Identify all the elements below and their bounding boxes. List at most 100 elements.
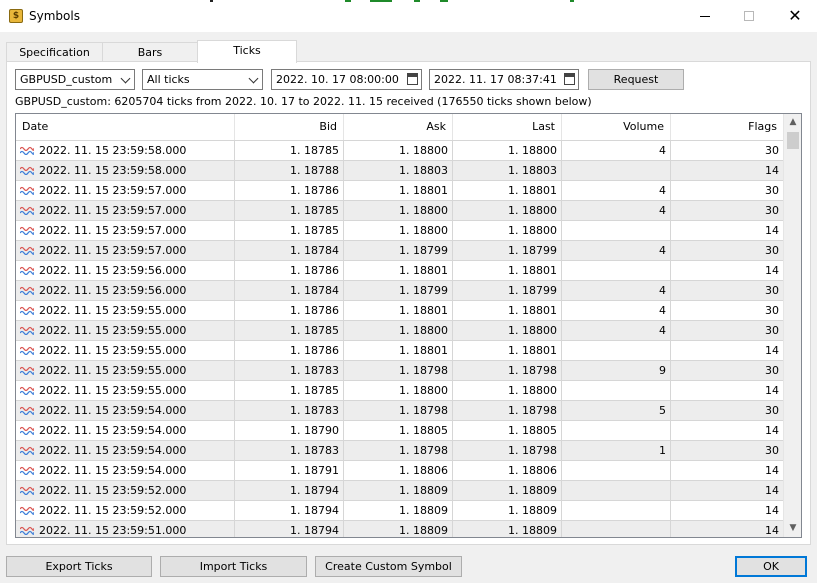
column-header-last[interactable]: Last	[453, 114, 562, 140]
symbols-app-icon: $	[9, 9, 23, 23]
cell-volume-text: 4	[659, 304, 666, 317]
cell-last-text: 1. 18801	[508, 264, 557, 277]
table-row[interactable]: 2022. 11. 15 23:59:54.000 1. 18790 1. 1880…	[16, 420, 783, 441]
table-row[interactable]: 2022. 11. 15 23:59:57.000 1. 18785 1. 1880…	[16, 200, 783, 221]
cell-last-text: 1. 18801	[508, 184, 557, 197]
cell-ask-text: 1. 18800	[399, 204, 448, 217]
column-header-volume[interactable]: Volume	[562, 114, 671, 140]
cell-ask-text: 1. 18798	[399, 444, 448, 457]
column-header-bid[interactable]: Bid	[235, 114, 344, 140]
cell-bid: 1. 18785	[235, 201, 344, 221]
tick-wave-icon	[20, 226, 34, 235]
table-row[interactable]: 2022. 11. 15 23:59:55.000 1. 18785 1. 1880…	[16, 380, 783, 401]
tick-wave-icon	[20, 366, 34, 375]
cell-volume: 4	[562, 201, 671, 221]
table-row[interactable]: 2022. 11. 15 23:59:52.000 1. 18794 1. 1880…	[16, 500, 783, 521]
table-row[interactable]: 2022. 11. 15 23:59:55.000 1. 18785 1. 1880…	[16, 320, 783, 341]
table-row[interactable]: 2022. 11. 15 23:59:58.000 1. 18788 1. 1880…	[16, 160, 783, 181]
cell-last-text: 1. 18800	[508, 144, 557, 157]
tab-bars[interactable]: Bars	[102, 42, 198, 62]
cell-flags: 14	[671, 461, 783, 481]
symbol-select[interactable]: GBPUSD_custom	[15, 69, 135, 90]
tab-ticks[interactable]: Ticks	[197, 40, 297, 63]
import-ticks-button[interactable]: Import Ticks	[160, 556, 307, 577]
cell-last: 1. 18805	[453, 421, 562, 441]
tick-wave-icon	[20, 166, 34, 175]
cell-flags: 30	[671, 321, 783, 341]
table-row[interactable]: 2022. 11. 15 23:59:54.000 1. 18783 1. 1879…	[16, 400, 783, 421]
table-row[interactable]: 2022. 11. 15 23:59:57.000 1. 18786 1. 1880…	[16, 180, 783, 201]
tick-wave-icon	[20, 486, 34, 495]
column-header-date[interactable]: Date	[16, 114, 235, 140]
cell-ask-text: 1. 18799	[399, 244, 448, 257]
table-row[interactable]: 2022. 11. 15 23:59:56.000 1. 18784 1. 1879…	[16, 280, 783, 301]
cell-flags: 30	[671, 201, 783, 221]
table-row[interactable]: 2022. 11. 15 23:59:58.000 1. 18785 1. 1880…	[16, 140, 783, 161]
cell-date: 2022. 11. 15 23:59:58.000	[16, 141, 235, 161]
table-row[interactable]: 2022. 11. 15 23:59:52.000 1. 18794 1. 1880…	[16, 480, 783, 501]
cell-ask-text: 1. 18801	[399, 344, 448, 357]
cell-flags: 30	[671, 301, 783, 321]
cell-bid-text: 1. 18794	[290, 484, 339, 497]
cell-volume: 4	[562, 301, 671, 321]
cell-flags-text: 30	[765, 184, 779, 197]
cell-date-text: 2022. 11. 15 23:59:52.000	[39, 504, 187, 517]
date-to-picker[interactable]: 2022. 11. 17 08:37:41	[429, 69, 579, 90]
calendar-icon[interactable]	[407, 73, 418, 85]
tick-wave-icon	[20, 426, 34, 435]
cell-date: 2022. 11. 15 23:59:54.000	[16, 401, 235, 421]
table-row[interactable]: 2022. 11. 15 23:59:57.000 1. 18784 1. 1879…	[16, 240, 783, 261]
cell-flags-text: 14	[765, 164, 779, 177]
close-button[interactable]: ✕	[780, 4, 810, 28]
cell-bid-text: 1. 18794	[290, 504, 339, 517]
cell-flags-text: 14	[765, 224, 779, 237]
maximize-button[interactable]	[734, 4, 764, 28]
cell-last-text: 1. 18800	[508, 324, 557, 337]
calendar-icon[interactable]	[564, 73, 575, 85]
close-icon: ✕	[788, 6, 802, 25]
date-to-value: 2022. 11. 17 08:37:41	[434, 73, 557, 86]
date-from-picker[interactable]: 2022. 10. 17 08:00:00	[271, 69, 422, 90]
table-row[interactable]: 2022. 11. 15 23:59:54.000 1. 18791 1. 1880…	[16, 460, 783, 481]
request-button[interactable]: Request	[588, 69, 684, 90]
cell-date: 2022. 11. 15 23:59:58.000	[16, 161, 235, 181]
table-row[interactable]: 2022. 11. 15 23:59:55.000 1. 18783 1. 1879…	[16, 360, 783, 381]
scroll-down-icon[interactable]: ▼	[784, 520, 801, 537]
cell-flags-text: 14	[765, 264, 779, 277]
scroll-up-icon[interactable]: ▲	[784, 114, 801, 131]
minimize-button[interactable]	[690, 4, 720, 28]
export-ticks-button[interactable]: Export Ticks	[6, 556, 152, 577]
table-row[interactable]: 2022. 11. 15 23:59:55.000 1. 18786 1. 1880…	[16, 340, 783, 361]
ticks-table[interactable]: Date Bid Ask Last Volume Flags 2022. 11.…	[15, 113, 802, 538]
vertical-scrollbar[interactable]: ▲ ▼	[783, 114, 801, 537]
cell-flags-text: 30	[765, 244, 779, 257]
cell-flags-text: 14	[765, 464, 779, 477]
cell-last: 1. 18800	[453, 141, 562, 161]
maximize-icon	[744, 11, 754, 21]
cell-ask: 1. 18798	[344, 401, 453, 421]
table-row[interactable]: 2022. 11. 15 23:59:51.000 1. 18794 1. 1880…	[16, 520, 783, 537]
cell-bid-text: 1. 18783	[290, 444, 339, 457]
cell-ask-text: 1. 18801	[399, 304, 448, 317]
ok-button[interactable]: OK	[735, 556, 807, 577]
cell-bid: 1. 18786	[235, 181, 344, 201]
column-header-ask[interactable]: Ask	[344, 114, 453, 140]
scrollbar-thumb[interactable]	[787, 132, 799, 149]
cell-ask-text: 1. 18801	[399, 264, 448, 277]
tab-specification[interactable]: Specification	[6, 42, 103, 62]
create-custom-symbol-button[interactable]: Create Custom Symbol	[315, 556, 462, 577]
tick-wave-icon	[20, 246, 34, 255]
cell-last: 1. 18798	[453, 441, 562, 461]
cell-flags: 30	[671, 361, 783, 381]
cell-flags: 14	[671, 481, 783, 501]
cell-ask: 1. 18799	[344, 241, 453, 261]
table-row[interactable]: 2022. 11. 15 23:59:54.000 1. 18783 1. 1879…	[16, 440, 783, 461]
cell-volume-text: 4	[659, 324, 666, 337]
cell-flags-text: 30	[765, 284, 779, 297]
table-row[interactable]: 2022. 11. 15 23:59:56.000 1. 18786 1. 1880…	[16, 260, 783, 281]
tick-type-select[interactable]: All ticks	[142, 69, 263, 90]
table-row[interactable]: 2022. 11. 15 23:59:55.000 1. 18786 1. 1880…	[16, 300, 783, 321]
table-row[interactable]: 2022. 11. 15 23:59:57.000 1. 18785 1. 1880…	[16, 220, 783, 241]
column-header-flags[interactable]: Flags	[671, 114, 783, 140]
cell-volume-text: 4	[659, 184, 666, 197]
